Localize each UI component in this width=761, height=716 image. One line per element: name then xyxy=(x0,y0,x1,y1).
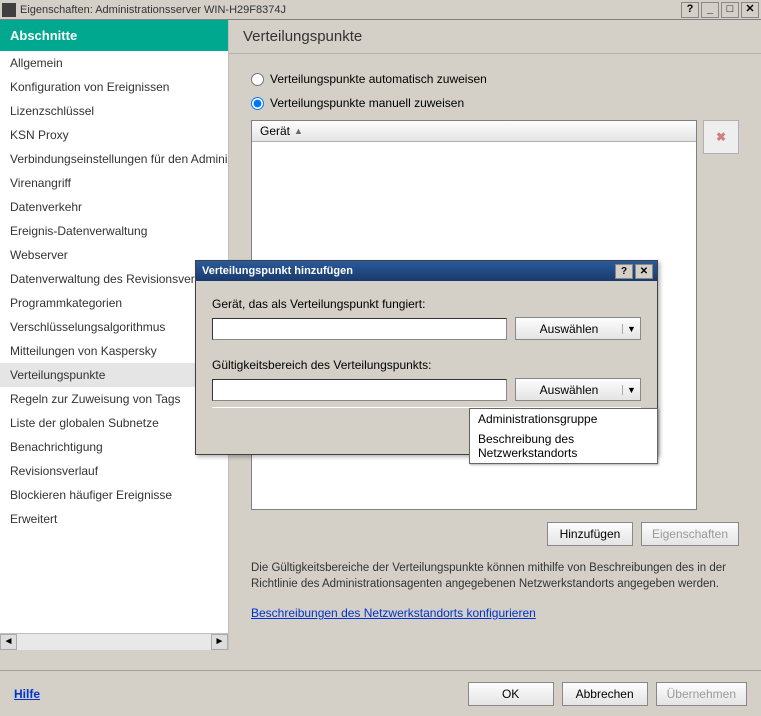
sidebar-item[interactable]: KSN Proxy xyxy=(0,123,228,147)
footer: Hilfe OK Abbrechen Übernehmen xyxy=(0,670,761,716)
sidebar-item[interactable]: Lizenzschlüssel xyxy=(0,99,228,123)
help-link[interactable]: Hilfe xyxy=(14,687,40,701)
window-titlebar: Eigenschaften: Administrationsserver WIN… xyxy=(0,0,761,20)
sidebar-item[interactable]: Revisionsverlauf xyxy=(0,459,228,483)
x-icon: ✖ xyxy=(716,130,726,144)
radio-manual[interactable]: Verteilungspunkte manuell zuweisen xyxy=(251,96,739,110)
app-icon xyxy=(2,3,16,17)
sidebar-item[interactable]: Erweitert xyxy=(0,507,228,531)
sidebar-item[interactable]: Verschlüsselungsalgorithmus xyxy=(0,315,228,339)
hint-text: Die Gültigkeitsbereiche der Verteilungsp… xyxy=(251,560,739,592)
sidebar-item[interactable]: Ereignis-Datenverwaltung xyxy=(0,219,228,243)
sort-asc-icon: ▲ xyxy=(294,126,303,136)
scope-dropdown-list[interactable]: Administrationsgruppe Beschreibung des N… xyxy=(469,408,658,464)
close-window-button[interactable]: ✕ xyxy=(741,2,759,18)
apply-button[interactable]: Übernehmen xyxy=(656,682,747,706)
content-header: Verteilungspunkte xyxy=(229,20,761,54)
sidebar-item[interactable]: Verteilungspunkte xyxy=(0,363,228,387)
table-col-label: Gerät xyxy=(260,124,290,138)
scope-select-label: Auswählen xyxy=(516,383,622,397)
help-window-button[interactable]: ? xyxy=(681,2,699,18)
sidebar-item[interactable]: Virenangriff xyxy=(0,171,228,195)
radio-manual-label: Verteilungspunkte manuell zuweisen xyxy=(270,96,464,110)
configure-link[interactable]: Beschreibungen des Netzwerkstandorts kon… xyxy=(251,606,536,620)
sidebar-list: AllgemeinKonfiguration von EreignissenLi… xyxy=(0,51,228,633)
sidebar-item[interactable]: Webserver xyxy=(0,243,228,267)
radio-auto-label: Verteilungspunkte automatisch zuweisen xyxy=(270,72,487,86)
delete-button[interactable]: ✖ xyxy=(703,120,739,154)
dialog-title: Verteilungspunkt hinzufügen xyxy=(200,265,613,277)
device-select-button[interactable]: Auswählen ▼ xyxy=(515,317,641,340)
sidebar-item[interactable]: Regeln zur Zuweisung von Tags xyxy=(0,387,228,411)
dialog-titlebar[interactable]: Verteilungspunkt hinzufügen ? ✕ xyxy=(196,261,657,281)
radio-auto[interactable]: Verteilungspunkte automatisch zuweisen xyxy=(251,72,739,86)
table-column-device[interactable]: Gerät ▲ xyxy=(252,121,696,142)
sidebar-header: Abschnitte xyxy=(0,20,228,51)
sidebar-item[interactable]: Allgemein xyxy=(0,51,228,75)
sidebar-item[interactable]: Blockieren häufiger Ereignisse xyxy=(0,483,228,507)
device-select-label: Auswählen xyxy=(516,322,622,336)
chevron-down-icon: ▼ xyxy=(622,385,640,395)
add-button[interactable]: Hinzufügen xyxy=(547,522,633,546)
dialog-help-button[interactable]: ? xyxy=(615,264,633,279)
sidebar-item[interactable]: Datenverwaltung des Revisionsverlaufs xyxy=(0,267,228,291)
sidebar-item[interactable]: Verbindungseinstellungen für den Adminis… xyxy=(0,147,228,171)
chevron-down-icon: ▼ xyxy=(622,324,640,334)
sidebar-item[interactable]: Konfiguration von Ereignissen xyxy=(0,75,228,99)
properties-button[interactable]: Eigenschaften xyxy=(641,522,739,546)
minimize-button[interactable]: _ xyxy=(701,2,719,18)
radio-manual-input[interactable] xyxy=(251,97,264,110)
scope-label: Gültigkeitsbereich des Verteilungspunkts… xyxy=(212,358,641,372)
scroll-left-icon[interactable]: ◄ xyxy=(0,634,17,650)
sidebar-item[interactable]: Mitteilungen von Kaspersky xyxy=(0,339,228,363)
sidebar-hscroll[interactable]: ◄ ► xyxy=(0,633,228,650)
dropdown-option-network-desc[interactable]: Beschreibung des Netzwerkstandorts xyxy=(470,429,657,463)
dialog-close-button[interactable]: ✕ xyxy=(635,264,653,279)
device-input[interactable] xyxy=(212,318,507,340)
ok-button[interactable]: OK xyxy=(468,682,554,706)
window-title: Eigenschaften: Administrationsserver WIN… xyxy=(20,4,681,16)
cancel-button[interactable]: Abbrechen xyxy=(562,682,648,706)
maximize-button[interactable]: □ xyxy=(721,2,739,18)
sidebar-item[interactable]: Datenverkehr xyxy=(0,195,228,219)
scope-select-button[interactable]: Auswählen ▼ xyxy=(515,378,641,401)
radio-auto-input[interactable] xyxy=(251,73,264,86)
dropdown-option-admin-group[interactable]: Administrationsgruppe xyxy=(470,409,657,429)
sidebar-item[interactable]: Benachrichtigung xyxy=(0,435,228,459)
device-label: Gerät, das als Verteilungspunkt fungiert… xyxy=(212,297,641,311)
sidebar-item[interactable]: Programmkategorien xyxy=(0,291,228,315)
scope-input[interactable] xyxy=(212,379,507,401)
scroll-right-icon[interactable]: ► xyxy=(211,634,228,650)
sidebar-item[interactable]: Liste der globalen Subnetze xyxy=(0,411,228,435)
